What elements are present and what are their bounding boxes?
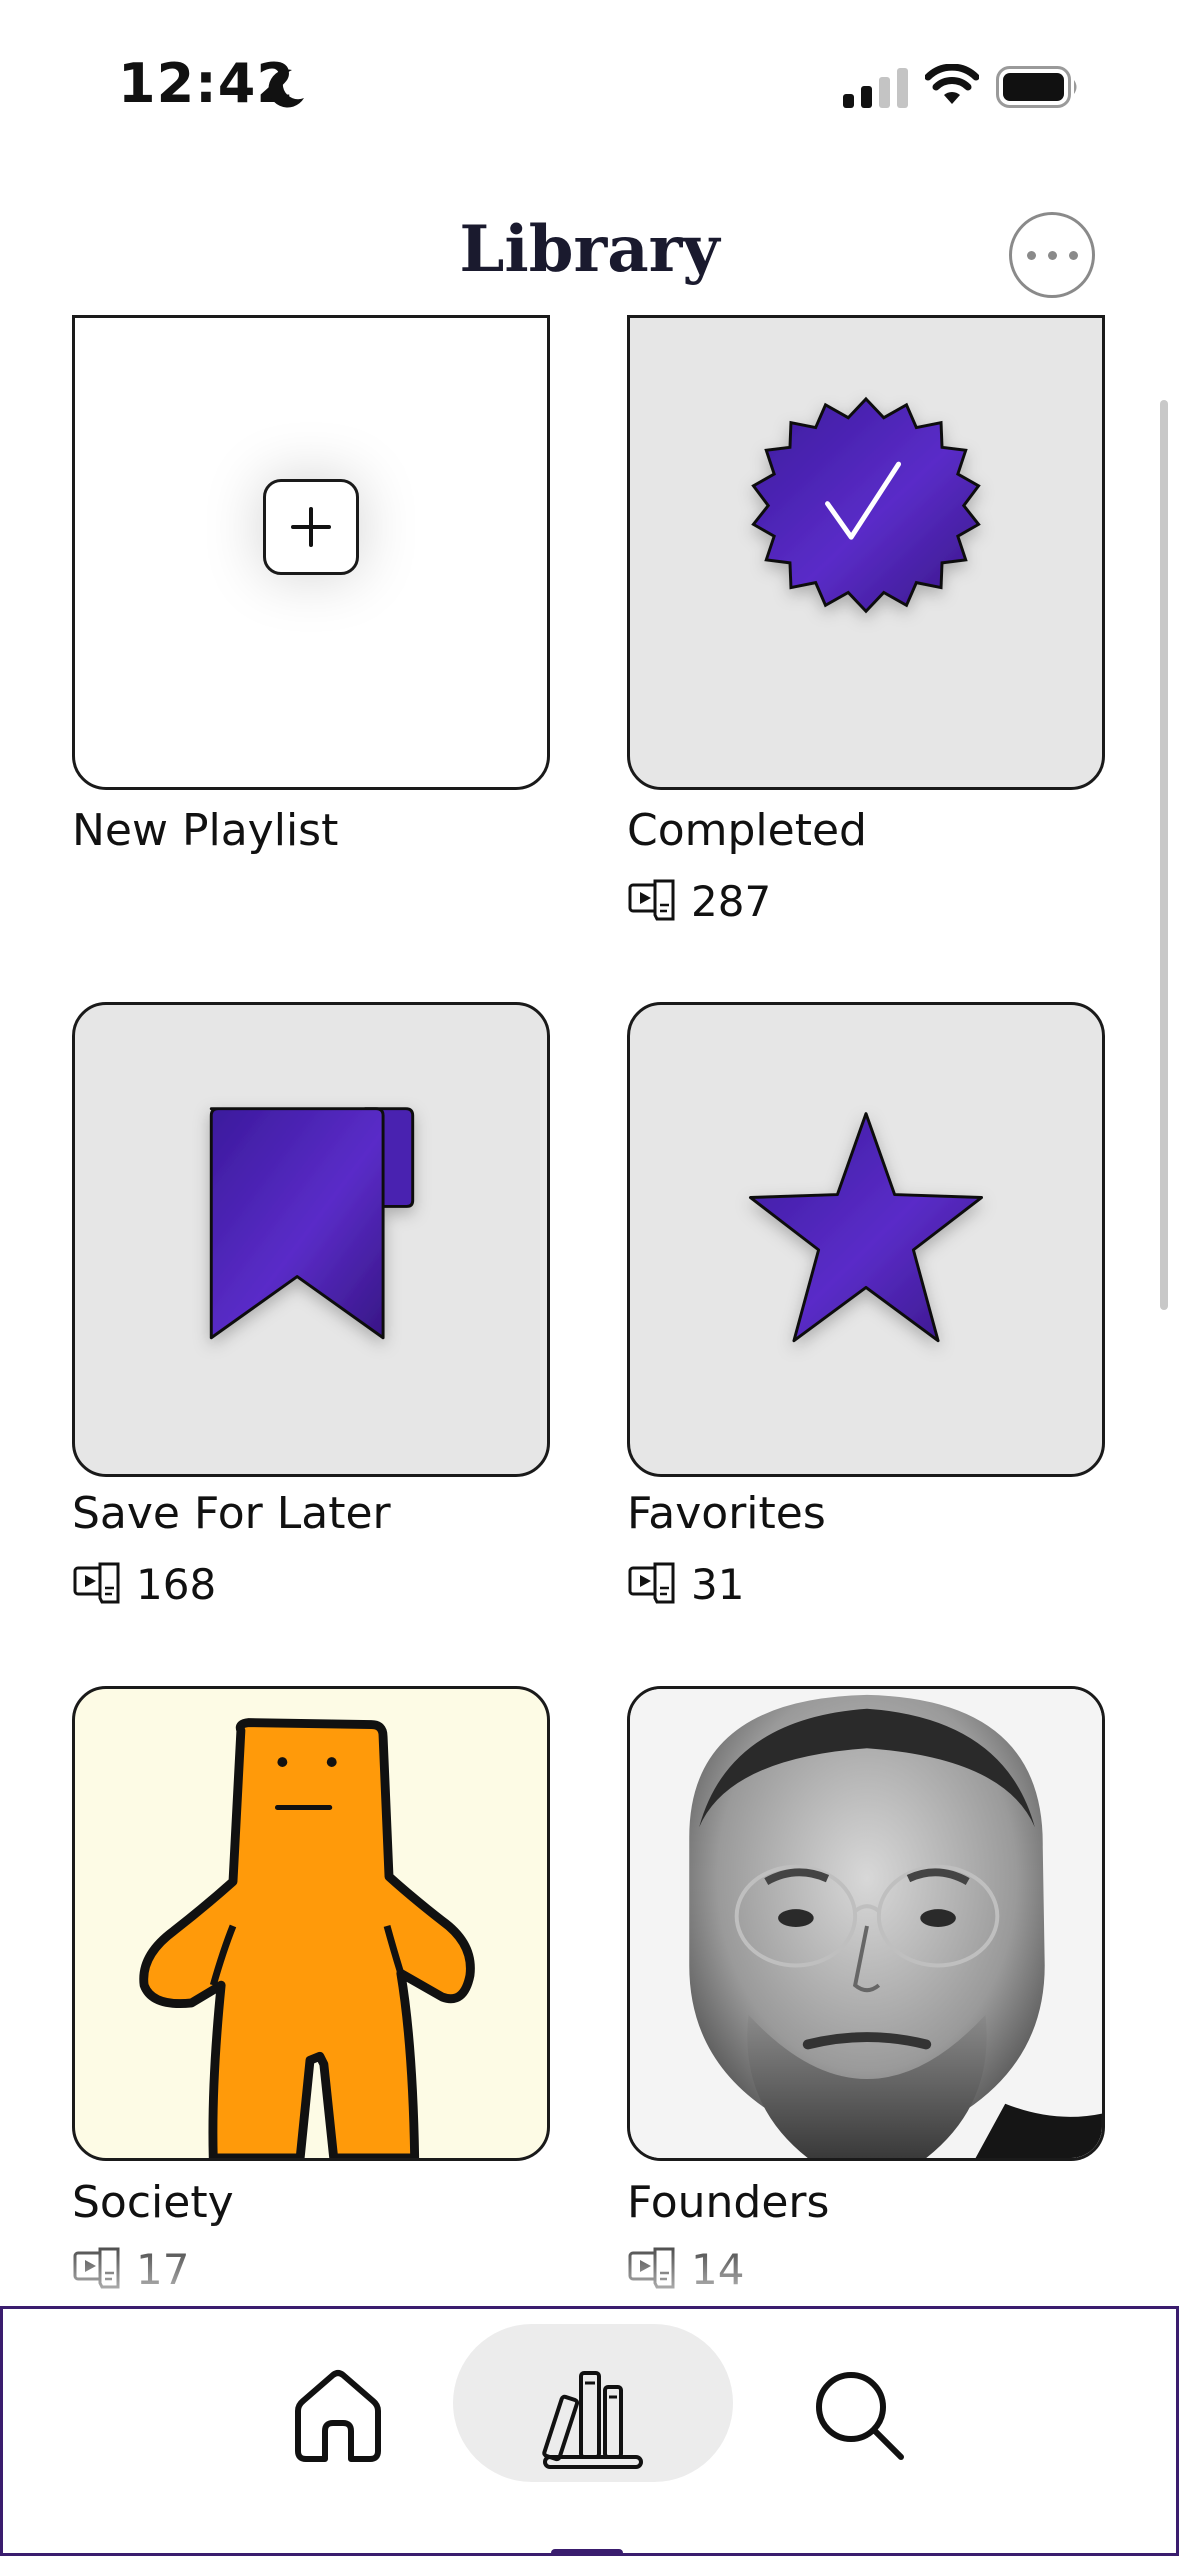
header: Library <box>0 200 1179 310</box>
status-bar: 12:42 <box>0 0 1179 170</box>
favorites-card[interactable] <box>627 1002 1105 1477</box>
star-icon <box>748 1112 984 1343</box>
plus-icon <box>263 479 359 575</box>
episode-list-icon <box>628 1562 675 1604</box>
completed-card[interactable] <box>627 315 1105 790</box>
scroll-indicator[interactable] <box>1160 400 1168 1310</box>
home-icon[interactable] <box>283 2359 393 2469</box>
moon-icon <box>268 69 304 108</box>
ellipsis-dot <box>1068 250 1078 260</box>
more-options-button[interactable] <box>1009 212 1095 298</box>
save-for-later-card[interactable] <box>72 1002 550 1477</box>
scroll-fade <box>0 2220 1179 2310</box>
count-value: 287 <box>691 876 772 926</box>
library-screen: 12:42 Library New Playlist Completed 287… <box>0 0 1179 2556</box>
wifi-icon <box>925 64 979 104</box>
episode-list-icon <box>628 879 675 921</box>
library-icon[interactable] <box>535 2357 651 2473</box>
episode-count: 287 <box>627 875 771 927</box>
count-value: 168 <box>136 1559 217 1609</box>
playlist-title[interactable]: New Playlist <box>72 805 338 856</box>
count-value: 31 <box>691 1559 745 1609</box>
search-icon[interactable] <box>803 2359 913 2469</box>
episode-list-icon <box>73 1562 120 1604</box>
check-badge-icon <box>751 396 981 614</box>
ellipsis-icon <box>1026 250 1036 260</box>
playlist-title[interactable]: Favorites <box>627 1488 826 1539</box>
episode-count: 168 <box>72 1558 216 1610</box>
new-playlist-card[interactable] <box>72 315 550 790</box>
cellular-signal-icon <box>843 68 908 108</box>
home-indicator <box>551 2549 623 2556</box>
founders-card[interactable] <box>627 1686 1105 2161</box>
ellipsis-dot <box>1047 250 1057 260</box>
playlist-title[interactable]: Completed <box>627 805 867 856</box>
bookmark-icon <box>209 1107 415 1340</box>
society-card[interactable] <box>72 1686 550 2161</box>
page-title: Library <box>459 212 720 287</box>
orange-figure-illustration <box>139 1718 475 2158</box>
tab-bar <box>0 2306 1179 2556</box>
portrait-photo <box>630 1689 1102 2158</box>
episode-count: 31 <box>627 1558 744 1610</box>
playlist-title[interactable]: Save For Later <box>72 1488 391 1539</box>
battery-icon <box>996 66 1077 108</box>
